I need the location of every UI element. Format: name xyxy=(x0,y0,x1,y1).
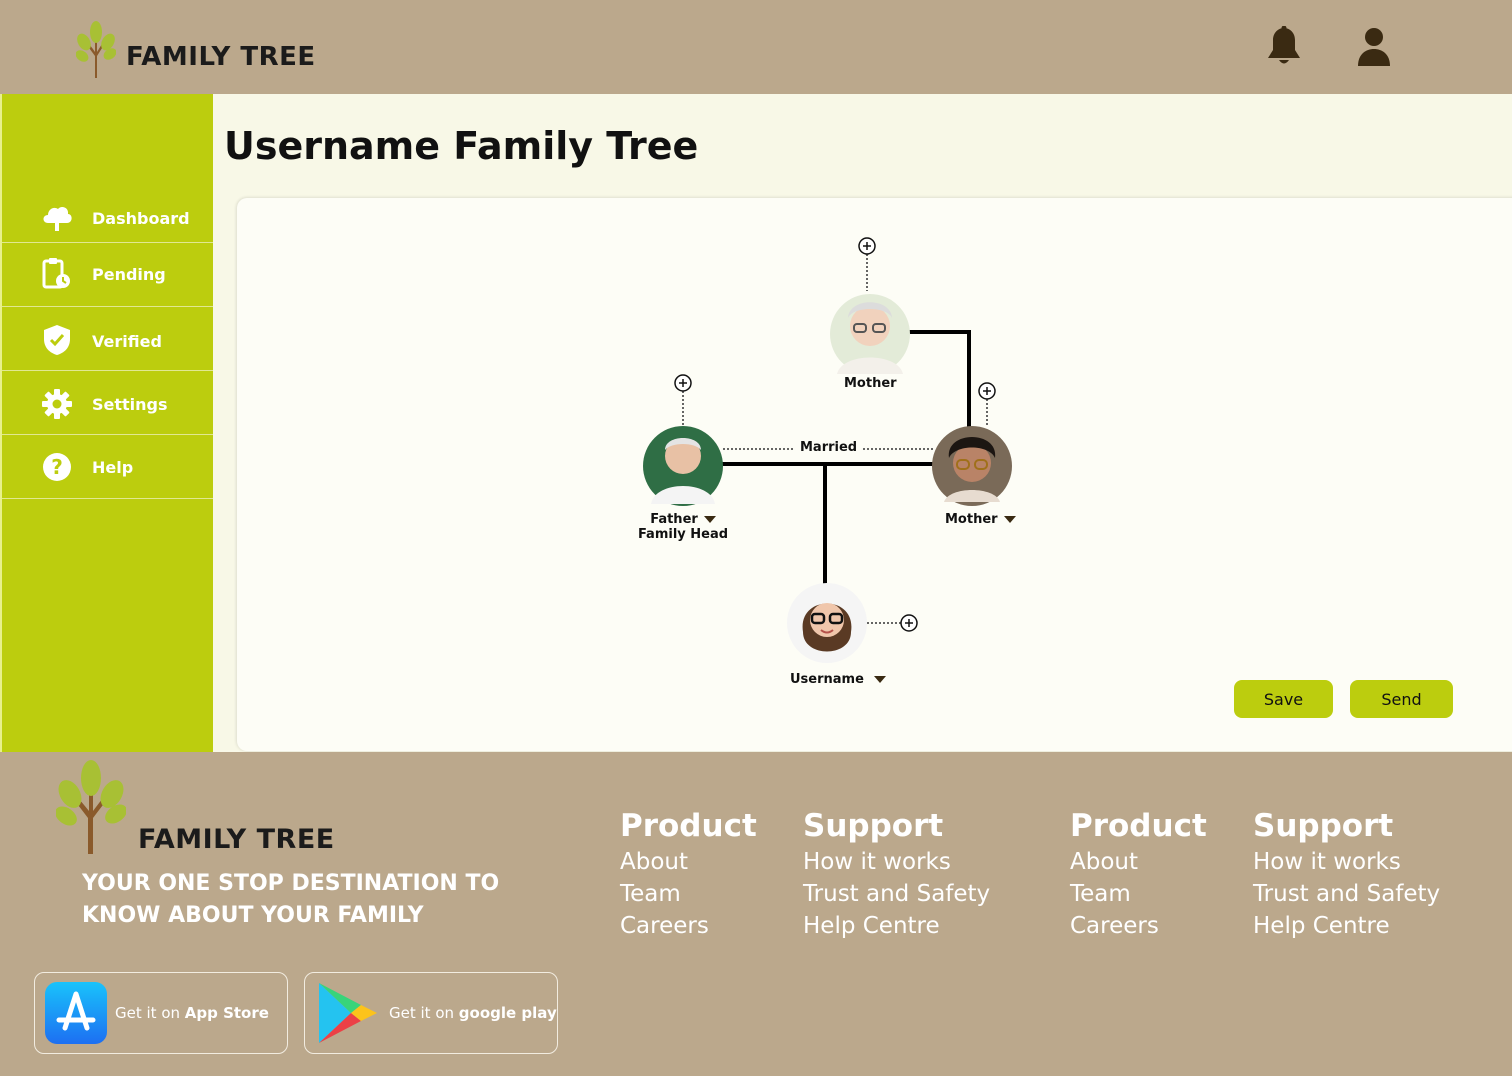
add-sibling-button[interactable] xyxy=(900,614,918,632)
google-play-icon xyxy=(319,983,377,1043)
sidebar: Dashboard Pending Verified Settings ? He… xyxy=(0,94,215,752)
sidebar-item-verified[interactable]: Verified xyxy=(2,307,215,371)
sidebar-item-label: Help xyxy=(92,458,134,477)
avatar[interactable] xyxy=(932,426,1012,506)
page-title: Username Family Tree xyxy=(224,124,699,168)
child-label: Username xyxy=(790,672,864,687)
footer-link[interactable]: About xyxy=(1070,846,1207,878)
mother-label: Mother xyxy=(945,512,998,527)
footer-link[interactable]: How it works xyxy=(1253,846,1440,878)
mother-label-group: Mother xyxy=(945,512,1016,527)
relation-label: Married xyxy=(796,440,862,455)
footer-column-heading: Support xyxy=(803,808,944,844)
sidebar-item-help[interactable]: ? Help xyxy=(2,435,215,499)
user-icon[interactable] xyxy=(1354,26,1394,68)
save-button[interactable]: Save xyxy=(1234,680,1333,718)
father-label-group: Father Family Head xyxy=(637,512,729,542)
google-play-button[interactable]: Get it on google play xyxy=(304,972,558,1054)
tree-connectors xyxy=(643,237,1012,663)
footer-column-heading: Product xyxy=(1070,808,1207,844)
tree-logo-icon xyxy=(56,760,126,854)
sidebar-item-settings[interactable]: Settings xyxy=(2,371,215,435)
footer: FAMILY TREE YOUR ONE STOP DESTINATION TO… xyxy=(0,752,1512,1076)
sidebar-item-label: Settings xyxy=(92,395,168,414)
cloud-tree-icon xyxy=(40,201,74,235)
bell-icon[interactable] xyxy=(1264,25,1304,68)
footer-link[interactable]: Trust and Safety xyxy=(1253,878,1440,910)
child-label-group: Username xyxy=(790,672,886,687)
sidebar-item-dashboard[interactable]: Dashboard xyxy=(2,194,215,243)
shield-check-icon xyxy=(40,323,74,357)
gear-icon xyxy=(40,387,74,421)
app-title: FAMILY TREE xyxy=(126,42,316,72)
sidebar-item-label: Pending xyxy=(92,265,166,284)
footer-link[interactable]: Careers xyxy=(1070,910,1207,942)
footer-column-support: Support How it works Trust and Safety He… xyxy=(803,808,990,942)
footer-link[interactable]: Team xyxy=(620,878,757,910)
footer-link[interactable]: Help Centre xyxy=(803,910,990,942)
footer-column-support: Support How it works Trust and Safety He… xyxy=(1253,808,1440,942)
father-sublabel: Family Head xyxy=(637,527,729,542)
avatar[interactable] xyxy=(830,294,910,374)
footer-link[interactable]: Careers xyxy=(620,910,757,942)
sidebar-item-pending[interactable]: Pending xyxy=(2,243,215,307)
footer-link[interactable]: Team xyxy=(1070,878,1207,910)
family-tree-canvas: Mother Married Father Family Head Mother… xyxy=(237,198,1512,751)
footer-logo-text: FAMILY TREE xyxy=(138,824,335,855)
svg-text:?: ? xyxy=(51,455,63,479)
add-parent-button[interactable] xyxy=(858,237,876,255)
footer-tagline: YOUR ONE STOP DESTINATION TO KNOW ABOUT … xyxy=(82,871,500,928)
avatar[interactable] xyxy=(787,583,867,663)
father-label: Father xyxy=(650,512,698,527)
avatar[interactable] xyxy=(643,426,723,506)
chevron-down-icon[interactable] xyxy=(703,516,716,523)
app-store-icon xyxy=(45,982,107,1044)
app-store-button[interactable]: Get it on App Store xyxy=(34,972,288,1054)
footer-link[interactable]: How it works xyxy=(803,846,990,878)
add-parent-button[interactable] xyxy=(978,382,996,400)
app-store-label: Get it on App Store xyxy=(115,1004,269,1022)
footer-column-product: Product About Team Careers xyxy=(1070,808,1207,942)
question-icon: ? xyxy=(40,450,74,484)
footer-link[interactable]: About xyxy=(620,846,757,878)
clipboard-clock-icon xyxy=(40,257,74,291)
google-play-label: Get it on google play xyxy=(389,1004,557,1022)
sidebar-item-label: Verified xyxy=(92,332,162,351)
footer-link[interactable]: Help Centre xyxy=(1253,910,1440,942)
chevron-down-icon[interactable] xyxy=(1003,516,1016,523)
footer-link[interactable]: Trust and Safety xyxy=(803,878,990,910)
tree-logo-icon xyxy=(76,21,116,78)
main-content: Username Family Tree Mother Married Fath… xyxy=(213,94,1512,752)
footer-column-heading: Support xyxy=(1253,808,1394,844)
sidebar-item-label: Dashboard xyxy=(92,209,190,228)
footer-column-heading: Product xyxy=(620,808,757,844)
chevron-down-icon[interactable] xyxy=(873,676,886,683)
footer-column-product: Product About Team Careers xyxy=(620,808,757,942)
grandmother-label: Mother xyxy=(844,376,897,391)
add-parent-button[interactable] xyxy=(674,374,692,392)
app-logo[interactable]: FAMILY TREE xyxy=(76,20,316,78)
top-header: FAMILY TREE xyxy=(0,0,1512,94)
send-button[interactable]: Send xyxy=(1350,680,1453,718)
